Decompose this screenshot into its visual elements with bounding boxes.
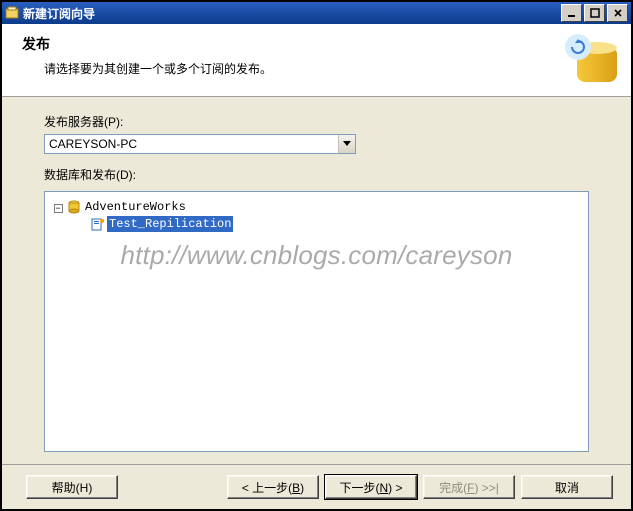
finish-button-label: 完成(F) >>| [439,479,499,496]
wizard-header: 发布 请选择要为其创建一个或多个订阅的发布。 [2,24,631,97]
wizard-body: 发布服务器(P): CAREYSON-PC 数据库和发布(D): − Adven… [2,97,631,464]
close-button[interactable] [607,4,628,22]
wizard-hero-icon [565,34,617,86]
page-subtitle: 请选择要为其创建一个或多个订阅的发布。 [44,60,557,77]
minimize-button[interactable] [561,4,582,22]
publication-icon [91,217,105,232]
maximize-button[interactable] [584,4,605,22]
titlebar: 新建订阅向导 [2,2,631,24]
tree-node-publication[interactable]: Test_Repilication [73,216,584,232]
back-button[interactable]: < 上一步(B) [227,475,319,499]
help-button-label: 帮助(H) [52,479,93,496]
next-button[interactable]: 下一步(N) > [325,475,417,499]
tree-node-label: Test_Repilication [107,216,233,232]
publisher-value: CAREYSON-PC [45,135,338,153]
tree-node-label: AdventureWorks [83,199,188,215]
back-button-label: < 上一步(B) [242,479,304,496]
publisher-label: 发布服务器(P): [44,113,589,130]
cancel-button-label: 取消 [555,479,579,496]
next-button-label: 下一步(N) > [339,479,402,496]
app-icon [5,6,19,20]
collapse-icon[interactable]: − [54,204,63,213]
finish-button: 完成(F) >>| [423,475,515,499]
help-button[interactable]: 帮助(H) [26,475,118,499]
tree-node-database[interactable]: − AdventureWorks [49,199,584,215]
db-pub-label: 数据库和发布(D): [44,166,589,183]
wizard-footer: 帮助(H) < 上一步(B) 下一步(N) > 完成(F) >>| 取消 [2,464,631,509]
cancel-button[interactable]: 取消 [521,475,613,499]
window-title: 新建订阅向导 [23,5,559,22]
db-pub-tree[interactable]: − AdventureWorks Test_Repilication http:… [44,191,589,452]
watermark-text: http://www.cnblogs.com/careyson [45,240,588,271]
chevron-down-icon[interactable] [338,135,355,153]
publisher-combobox[interactable]: CAREYSON-PC [44,134,356,154]
page-title: 发布 [22,34,557,54]
database-icon [67,200,81,215]
